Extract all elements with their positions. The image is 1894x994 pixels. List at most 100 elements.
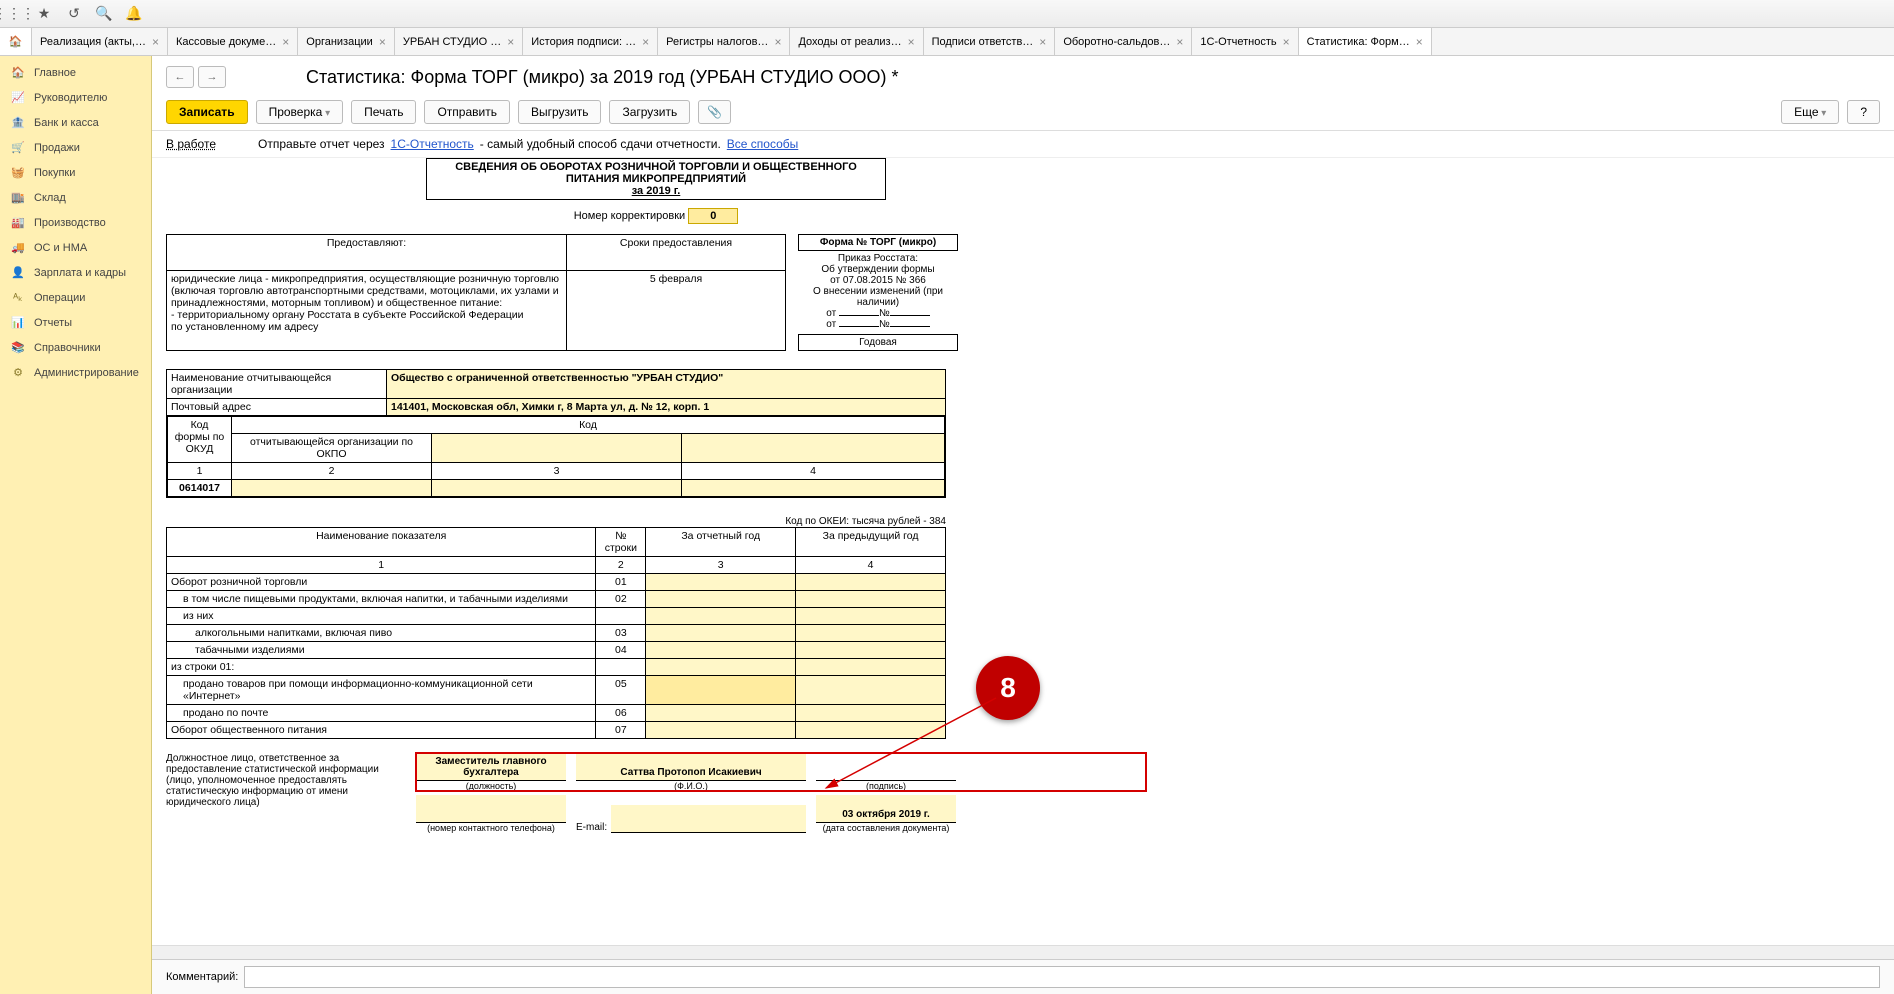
sidebar-item-5[interactable]: 🏬Склад bbox=[0, 185, 151, 210]
row-curr[interactable] bbox=[646, 676, 796, 705]
apps-icon[interactable]: ⋮⋮⋮ bbox=[6, 6, 22, 22]
tab-close-icon[interactable]: × bbox=[1283, 35, 1290, 49]
tab-9[interactable]: 1С-Отчетность× bbox=[1192, 28, 1298, 55]
row-curr[interactable] bbox=[646, 722, 796, 739]
row-curr[interactable] bbox=[646, 642, 796, 659]
forward-button[interactable]: → bbox=[198, 66, 226, 88]
comment-input[interactable] bbox=[244, 966, 1880, 988]
tab-3[interactable]: УРБАН СТУДИО …× bbox=[395, 28, 523, 55]
sidebar-item-9[interactable]: ᴬₖОперации bbox=[0, 285, 151, 310]
more-button[interactable]: Еще bbox=[1781, 100, 1839, 124]
sidebar-icon: 🏭 bbox=[10, 216, 26, 229]
link-1c-otchetnost[interactable]: 1С-Отчетность bbox=[391, 137, 474, 151]
star-icon[interactable]: ★ bbox=[36, 6, 52, 22]
tab-5[interactable]: Регистры налогов…× bbox=[658, 28, 790, 55]
sidebar-item-4[interactable]: 🧺Покупки bbox=[0, 160, 151, 185]
tab-4[interactable]: История подписи: …× bbox=[523, 28, 658, 55]
email-label: E-mail: bbox=[576, 822, 607, 833]
corr-input[interactable]: 0 bbox=[688, 208, 738, 224]
tab-1[interactable]: Кассовые докуме…× bbox=[168, 28, 298, 55]
row-prev[interactable] bbox=[796, 676, 946, 705]
org-value[interactable]: Общество с ограниченной ответственностью… bbox=[387, 370, 946, 399]
tab-bar: 🏠 Реализация (акты,…×Кассовые докуме…×Ор… bbox=[0, 28, 1894, 56]
print-button[interactable]: Печать bbox=[351, 100, 416, 124]
okpo-value[interactable] bbox=[232, 480, 432, 497]
tab-close-icon[interactable]: × bbox=[507, 35, 514, 49]
sig-email[interactable] bbox=[611, 805, 806, 833]
row-prev[interactable] bbox=[796, 642, 946, 659]
row-prev[interactable] bbox=[796, 722, 946, 739]
row-prev[interactable] bbox=[796, 659, 946, 676]
sidebar-item-11[interactable]: 📚Справочники bbox=[0, 335, 151, 360]
tab-close-icon[interactable]: × bbox=[379, 35, 386, 49]
link-all-ways[interactable]: Все способы bbox=[727, 137, 799, 151]
org-label: Наименование отчитывающейся организации bbox=[167, 370, 387, 399]
bell-icon[interactable]: 🔔 bbox=[126, 6, 142, 22]
tab-0[interactable]: Реализация (акты,…× bbox=[32, 28, 168, 55]
tab-close-icon[interactable]: × bbox=[774, 35, 781, 49]
sig-signature[interactable] bbox=[816, 753, 956, 781]
sig-fio[interactable]: Саттва Протопоп Исакиевич bbox=[576, 753, 806, 781]
write-button[interactable]: Записать bbox=[166, 100, 248, 124]
tab-close-icon[interactable]: × bbox=[282, 35, 289, 49]
attach-button[interactable]: 📎 bbox=[698, 100, 731, 124]
sidebar-label: Склад bbox=[34, 192, 66, 204]
sidebar-item-7[interactable]: 🚚ОС и НМА bbox=[0, 235, 151, 260]
sidebar-label: Справочники bbox=[34, 342, 101, 354]
sidebar-item-8[interactable]: 👤Зарплата и кадры bbox=[0, 260, 151, 285]
row-curr[interactable] bbox=[646, 659, 796, 676]
addr-value[interactable]: 141401, Московская обл, Химки г, 8 Марта… bbox=[387, 399, 946, 416]
sig-phone[interactable] bbox=[416, 795, 566, 823]
th-rowno: № строки bbox=[596, 528, 646, 557]
back-button[interactable]: ← bbox=[166, 66, 194, 88]
sidebar-item-2[interactable]: 🏦Банк и касса bbox=[0, 110, 151, 135]
history-icon[interactable]: ↺ bbox=[66, 6, 82, 22]
sidebar-item-0[interactable]: 🏠Главное bbox=[0, 60, 151, 85]
tab-10[interactable]: Статистика: Форм…× bbox=[1299, 28, 1432, 55]
tab-close-icon[interactable]: × bbox=[908, 35, 915, 49]
tab-close-icon[interactable]: × bbox=[1039, 35, 1046, 49]
tab-7[interactable]: Подписи ответств…× bbox=[924, 28, 1056, 55]
sidebar-item-10[interactable]: 📊Отчеты bbox=[0, 310, 151, 335]
sidebar-item-6[interactable]: 🏭Производство bbox=[0, 210, 151, 235]
row-curr[interactable] bbox=[646, 705, 796, 722]
tab-2[interactable]: Организации× bbox=[298, 28, 395, 55]
sidebar-label: Главное bbox=[34, 67, 76, 79]
code-cell-4[interactable] bbox=[682, 434, 945, 463]
sidebar-item-3[interactable]: 🛒Продажи bbox=[0, 135, 151, 160]
help-button[interactable]: ? bbox=[1847, 100, 1880, 124]
row-name: Оборот розничной торговли bbox=[167, 574, 596, 591]
page-title: Статистика: Форма ТОРГ (микро) за 2019 г… bbox=[306, 67, 899, 88]
check-button[interactable]: Проверка bbox=[256, 100, 344, 124]
home-tab[interactable]: 🏠 bbox=[0, 28, 32, 55]
tab-close-icon[interactable]: × bbox=[642, 35, 649, 49]
search-icon[interactable]: 🔍 bbox=[96, 6, 112, 22]
sidebar-label: Зарплата и кадры bbox=[34, 267, 126, 279]
row-no: 02 bbox=[596, 591, 646, 608]
row-curr[interactable] bbox=[646, 625, 796, 642]
sig-date[interactable]: 03 октября 2019 г. bbox=[816, 795, 956, 823]
tab-6[interactable]: Доходы от реализ…× bbox=[790, 28, 923, 55]
export-button[interactable]: Выгрузить bbox=[518, 100, 602, 124]
row-curr[interactable] bbox=[646, 608, 796, 625]
tab-close-icon[interactable]: × bbox=[152, 35, 159, 49]
row-prev[interactable] bbox=[796, 608, 946, 625]
row-prev[interactable] bbox=[796, 625, 946, 642]
code-cell-3[interactable] bbox=[432, 434, 682, 463]
horizontal-scrollbar[interactable] bbox=[152, 945, 1894, 959]
status-label[interactable]: В работе bbox=[166, 137, 216, 151]
import-button[interactable]: Загрузить bbox=[609, 100, 690, 124]
tab-8[interactable]: Оборотно-сальдов…× bbox=[1055, 28, 1192, 55]
row-prev[interactable] bbox=[796, 705, 946, 722]
row-curr[interactable] bbox=[646, 591, 796, 608]
row-curr[interactable] bbox=[646, 574, 796, 591]
tab-close-icon[interactable]: × bbox=[1176, 35, 1183, 49]
sig-position[interactable]: Заместитель главного бухгалтера bbox=[416, 753, 566, 781]
row-name: табачными изделиями bbox=[167, 642, 596, 659]
row-prev[interactable] bbox=[796, 574, 946, 591]
tab-close-icon[interactable]: × bbox=[1416, 35, 1423, 49]
sidebar-item-12[interactable]: ⚙Администрирование bbox=[0, 360, 151, 385]
row-prev[interactable] bbox=[796, 591, 946, 608]
send-button[interactable]: Отправить bbox=[424, 100, 510, 124]
sidebar-item-1[interactable]: 📈Руководителю bbox=[0, 85, 151, 110]
